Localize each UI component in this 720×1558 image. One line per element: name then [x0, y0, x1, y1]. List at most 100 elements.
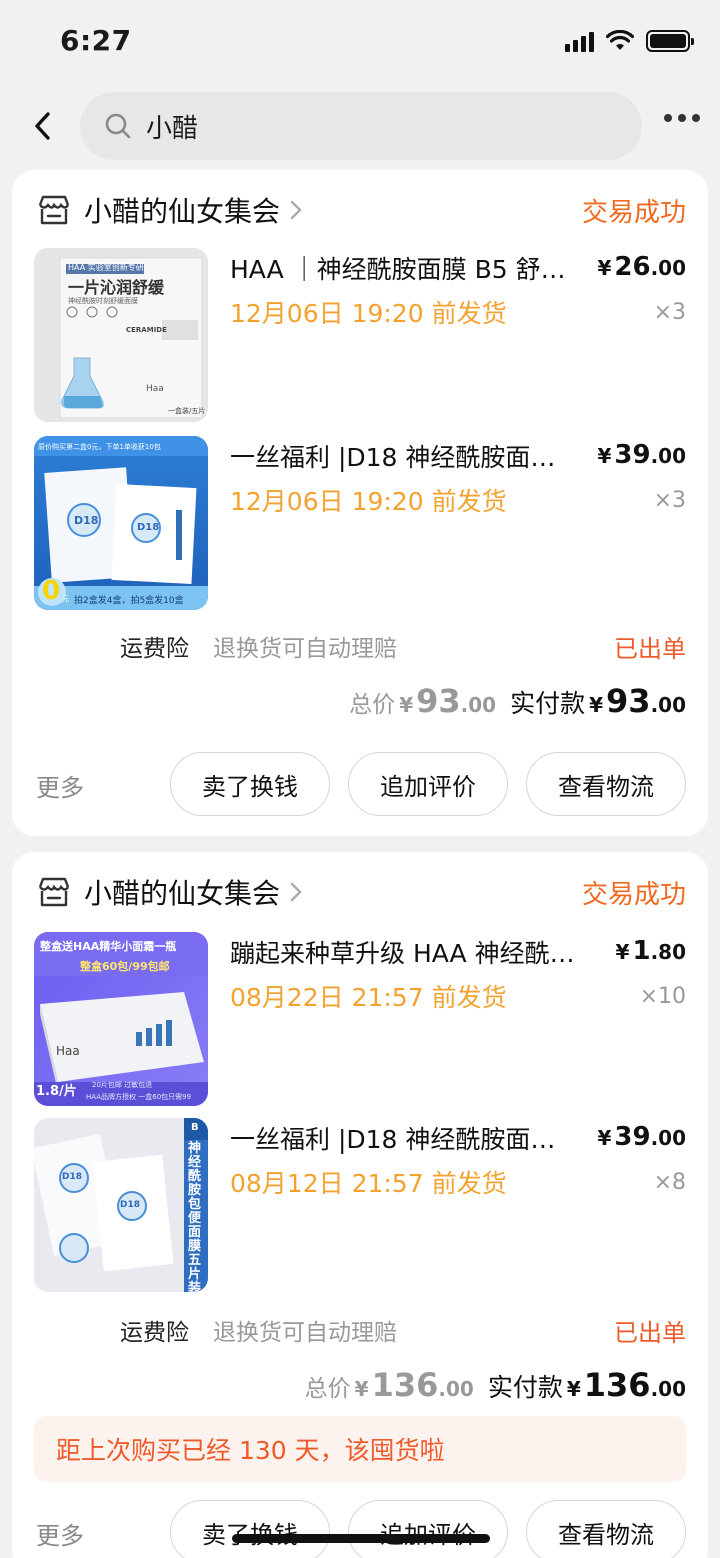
shop-icon [38, 877, 70, 907]
action-row: 更多 卖了换钱 追加评价 查看物流 [34, 752, 686, 816]
order-card[interactable]: 小醋的仙女集会 交易成功 HAA 实验室创新专研 一片沁润舒缓 神经酰胺时刻舒缓… [12, 170, 708, 836]
back-arrow-icon [35, 112, 50, 140]
sell-button[interactable]: 卖了换钱 [170, 1500, 330, 1558]
shop-header[interactable]: 小醋的仙女集会 交易成功 [36, 870, 686, 914]
chevron-right-icon [290, 200, 302, 220]
service-row: 运费险 退换货可自动理赔 已出单 [120, 626, 686, 666]
order-item[interactable]: D18 D18 B 神经酰胺包便面膜五片装 一丝福利 |D18 神经酰胺面膜修护… [34, 1118, 686, 1292]
thumb-logo: Haa [56, 1044, 80, 1058]
shop-icon [38, 195, 70, 225]
total-value: ¥93.00 [399, 682, 497, 720]
chevron-right-icon [290, 882, 302, 902]
thumb-label-2: D18 [120, 1200, 140, 1210]
product-thumbnail[interactable]: 原价购买第二盒0元，下单1单收获10包 D18 D18 0 元 拍2盒发4盒，拍… [34, 436, 208, 610]
service-desc: 退换货可自动理赔 [213, 1320, 397, 1346]
ship-time: 12月06日 19:20 前发货 [230, 299, 507, 328]
status-icons [565, 30, 694, 52]
action-row: 更多 卖了换钱 追加评价 查看物流 [34, 1500, 686, 1558]
product-thumbnail[interactable]: 整盒送HAA精华小面霜一瓶 整盒60包/99包邮 Haa 1.8/片 20片包邮… [34, 932, 208, 1106]
home-indicator [232, 1534, 490, 1543]
ship-time: 08月12日 21:57 前发货 [230, 1169, 507, 1198]
product-title[interactable]: HAA ｜神经酰胺面膜 B5 舒缓修护 [230, 250, 580, 286]
ship-time: 08月22日 21:57 前发货 [230, 983, 507, 1012]
thumb-brand: CERAMIDE [126, 326, 167, 334]
product-thumbnail[interactable]: D18 D18 B 神经酰胺包便面膜五片装 [34, 1118, 208, 1292]
thumb-label-2: D18 [137, 522, 160, 533]
thumb-sub: 整盒60包/99包邮 [80, 960, 170, 973]
paid-value: ¥93.00 [589, 682, 686, 720]
product-title[interactable]: 一丝福利 |D18 神经酰胺面膜修护 [230, 438, 580, 474]
service-name: 运费险 [120, 636, 189, 662]
order-card[interactable]: 小醋的仙女集会 交易成功 整盒送HAA精华小面霜一瓶 整盒60包/99包邮 Ha… [12, 852, 708, 1558]
product-title[interactable]: 蹦起来种草升级 HAA 神经酰胺面膜 [230, 934, 580, 970]
thumb-label: D18 [62, 1172, 82, 1182]
product-price: ¥39.00 [597, 440, 686, 470]
status-bar: 6:27 [0, 0, 720, 88]
thumb-sub: 神经酰胺时刻舒缓面膜 [68, 297, 138, 305]
signal-icon [565, 30, 594, 52]
shop-name: 小醋的仙女集会 [84, 195, 281, 228]
thumb-logo: Haa [146, 384, 164, 394]
product-price: ¥26.00 [597, 252, 686, 282]
thumb-yuan: 元 [62, 595, 69, 603]
thumb-side-text: 神经酰胺包便面膜五片装 [188, 1141, 202, 1293]
thumb-foot1: 20片包邮 过敏包退 [92, 1081, 153, 1089]
total-label: 总价 [304, 1376, 351, 1402]
thumb-pack: 一盒装/五片 [168, 407, 206, 415]
paid-value: ¥136.00 [566, 1366, 686, 1404]
order-status: 交易成功 [581, 197, 686, 228]
more-dots-icon[interactable] [664, 114, 700, 122]
order-item[interactable]: 整盒送HAA精华小面霜一瓶 整盒60包/99包邮 Haa 1.8/片 20片包邮… [34, 932, 686, 1106]
view-logistics-button[interactable]: 查看物流 [526, 1500, 686, 1558]
product-quantity: ×3 [653, 300, 686, 325]
total-value: ¥136.00 [354, 1366, 474, 1404]
product-price: ¥39.00 [597, 1122, 686, 1152]
restock-reminder: 距上次购买已经 130 天，该囤货啦 [34, 1416, 686, 1482]
total-label: 总价 [349, 692, 396, 718]
thumb-promo: 拍2盒发4盒，拍5盒发10盒 [74, 596, 184, 606]
thumb-foot2: HAA品牌方授权 一盒60包只需99 [86, 1093, 192, 1101]
paid-label: 实付款 [510, 689, 586, 718]
thumb-label: D18 [74, 514, 99, 527]
ship-time: 12月06日 19:20 前发货 [230, 487, 507, 516]
search-input[interactable]: 小醋 [80, 92, 642, 160]
paid-label: 实付款 [487, 1373, 563, 1402]
thumb-per-piece: 1.8/片 [36, 1084, 77, 1099]
product-quantity: ×8 [653, 1170, 686, 1195]
product-price: ¥1.80 [615, 936, 686, 966]
order-status: 交易成功 [581, 879, 686, 910]
more-link[interactable]: 更多 [36, 768, 84, 803]
shop-name: 小醋的仙女集会 [84, 877, 281, 910]
sell-button[interactable]: 卖了换钱 [170, 752, 330, 816]
thumb-top-text: 原价购买第二盒0元，下单1单收获10包 [38, 443, 161, 451]
total-row: 总价 ¥136.00 实付款 ¥136.00 [305, 1366, 686, 1410]
service-row: 运费险 退换货可自动理赔 已出单 [120, 1310, 686, 1350]
order-item[interactable]: HAA 实验室创新专研 一片沁润舒缓 神经酰胺时刻舒缓面膜 CERAMIDE H… [34, 248, 686, 422]
delivery-status: 已出单 [614, 1318, 686, 1347]
service-desc: 退换货可自动理赔 [213, 636, 397, 662]
search-icon [105, 113, 131, 139]
shop-header[interactable]: 小醋的仙女集会 交易成功 [36, 188, 686, 232]
product-thumbnail[interactable]: HAA 实验室创新专研 一片沁润舒缓 神经酰胺时刻舒缓面膜 CERAMIDE H… [34, 248, 208, 422]
thumb-headline: 一片沁润舒缓 [68, 278, 165, 297]
thumb-banner: 整盒送HAA精华小面霜一瓶 [40, 940, 177, 953]
service-name: 运费险 [120, 1320, 189, 1346]
back-button[interactable] [26, 106, 60, 146]
add-review-button[interactable]: 追加评价 [348, 1500, 508, 1558]
battery-icon [646, 30, 694, 52]
total-row: 总价 ¥93.00 实付款 ¥93.00 [349, 682, 686, 726]
wifi-icon [606, 30, 634, 50]
thumb-zero: 0 [42, 576, 61, 606]
order-item[interactable]: 原价购买第二盒0元，下单1单收获10包 D18 D18 0 元 拍2盒发4盒，拍… [34, 436, 686, 610]
view-logistics-button[interactable]: 查看物流 [526, 752, 686, 816]
product-title[interactable]: 一丝福利 |D18 神经酰胺面膜修护 [230, 1120, 580, 1156]
search-query: 小醋 [146, 113, 199, 144]
thumb-badge: HAA 实验室创新专研 [68, 263, 144, 272]
thumb-logo: B [191, 1122, 199, 1133]
delivery-status: 已出单 [614, 634, 686, 663]
product-quantity: ×3 [653, 488, 686, 513]
more-link[interactable]: 更多 [36, 1516, 84, 1551]
status-time: 6:27 [60, 24, 132, 57]
product-quantity: ×10 [639, 984, 686, 1009]
add-review-button[interactable]: 追加评价 [348, 752, 508, 816]
